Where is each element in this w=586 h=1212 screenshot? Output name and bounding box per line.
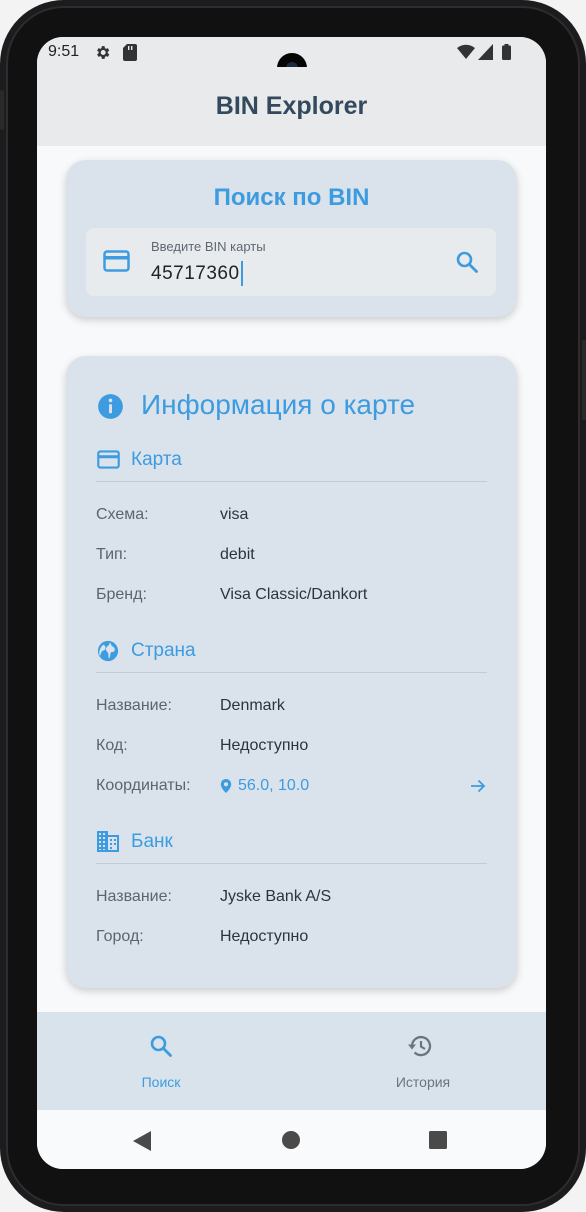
section-bank: Банк Название: Jyske Bank A/S Город: Нед… bbox=[96, 828, 487, 945]
recents-icon[interactable] bbox=[429, 1131, 447, 1149]
section-country-title: Страна bbox=[131, 640, 196, 661]
bin-input-field[interactable]: Введите BIN карты 45717360 bbox=[86, 228, 496, 296]
info-row-label: Тип: bbox=[96, 546, 128, 563]
info-row-country-code: Код: Недоступно bbox=[96, 737, 487, 761]
volume-button bbox=[0, 90, 4, 130]
info-row-value: visa bbox=[220, 506, 249, 523]
coordinates-link[interactable]: 56.0, 10.0 bbox=[220, 777, 309, 795]
info-row-label: Название: bbox=[96, 697, 172, 714]
info-row-type: Тип: debit bbox=[96, 546, 487, 570]
wifi-icon bbox=[457, 44, 475, 59]
nav-item-history[interactable]: История bbox=[291, 1012, 545, 1110]
coordinates-value[interactable]: 56.0, 10.0 bbox=[238, 777, 309, 795]
screen: 9:51 BIN Explorer Поиск по BIN Введите B… bbox=[37, 37, 546, 1169]
info-row-label: Город: bbox=[96, 928, 144, 945]
arrow-right-icon[interactable] bbox=[469, 777, 487, 795]
bin-input-value[interactable]: 45717360 bbox=[151, 263, 240, 285]
battery-icon bbox=[502, 44, 511, 60]
info-row-label: Код: bbox=[96, 737, 128, 754]
info-row-label: Координаты: bbox=[96, 777, 191, 794]
section-divider bbox=[96, 863, 487, 864]
gear-icon bbox=[97, 46, 110, 59]
app-title: BIN Explorer bbox=[215, 92, 368, 120]
nav-item-search-label: Поиск bbox=[141, 1074, 181, 1090]
info-row-label: Бренд: bbox=[96, 586, 147, 603]
section-divider bbox=[96, 672, 487, 673]
section-bank-head: Банк bbox=[96, 828, 487, 864]
section-divider bbox=[96, 481, 487, 482]
credit-card-icon bbox=[103, 250, 130, 272]
section-card: Карта Схема: visa Тип: debit Бренд: Visa… bbox=[96, 446, 487, 603]
nav-item-history-label: История bbox=[395, 1074, 451, 1090]
info-icon bbox=[98, 394, 123, 419]
info-row-value: Недоступно bbox=[220, 737, 309, 754]
history-icon bbox=[408, 1035, 432, 1057]
building-icon bbox=[97, 831, 119, 852]
info-row-value: Visa Classic/Dankort bbox=[220, 586, 368, 603]
bin-input-label: Введите BIN карты bbox=[151, 239, 266, 254]
section-card-title: Карта bbox=[131, 449, 182, 470]
info-row-brand: Бренд: Visa Classic/Dankort bbox=[96, 586, 487, 610]
section-bank-title: Банк bbox=[131, 831, 173, 852]
section-country: Страна Название: Denmark Код: Недоступно… bbox=[96, 637, 487, 794]
globe-icon bbox=[97, 640, 119, 662]
info-row-bank-name: Название: Jyske Bank A/S bbox=[96, 888, 487, 912]
info-row-value: Denmark bbox=[220, 697, 285, 714]
location-pin-icon bbox=[220, 779, 232, 793]
info-row-country-name: Название: Denmark bbox=[96, 697, 487, 721]
info-row-label: Схема: bbox=[96, 506, 149, 523]
nav-item-search[interactable]: Поиск bbox=[37, 1012, 291, 1110]
search-icon[interactable] bbox=[455, 250, 479, 274]
search-card: Поиск по BIN Введите BIN карты 45717360 bbox=[66, 160, 517, 317]
search-card-title: Поиск по BIN bbox=[213, 184, 370, 211]
text-caret bbox=[240, 261, 243, 286]
info-row-coordinates[interactable]: Координаты: 56.0, 10.0 bbox=[96, 777, 487, 801]
bin-input-value-wrap[interactable]: 45717360 bbox=[151, 261, 243, 286]
sd-card-icon bbox=[123, 44, 137, 61]
content-area[interactable]: Поиск по BIN Введите BIN карты 45717360 bbox=[37, 146, 546, 1012]
info-row-value: debit bbox=[220, 546, 255, 563]
power-button bbox=[582, 340, 586, 420]
section-country-head: Страна bbox=[96, 637, 487, 673]
signal-icon bbox=[478, 44, 493, 60]
credit-card-icon bbox=[97, 450, 120, 469]
info-row-scheme: Схема: visa bbox=[96, 506, 487, 530]
search-icon bbox=[150, 1035, 172, 1057]
status-time: 9:51 bbox=[48, 43, 80, 60]
info-row-bank-city: Город: Недоступно bbox=[96, 928, 487, 952]
app-bar: BIN Explorer bbox=[37, 67, 546, 146]
info-row-value: Недоступно bbox=[220, 928, 309, 945]
system-navigation-bar bbox=[37, 1110, 546, 1169]
section-card-head: Карта bbox=[96, 446, 487, 482]
info-row-label: Название: bbox=[96, 888, 172, 905]
phone-frame: 9:51 BIN Explorer Поиск по BIN Введите B… bbox=[0, 0, 586, 1212]
info-card-title: Информация о карте bbox=[141, 389, 416, 420]
back-icon[interactable] bbox=[133, 1131, 151, 1151]
card-info-panel: Информация о карте Карта Схема: visa Тип… bbox=[66, 356, 517, 988]
bottom-navigation: Поиск История bbox=[37, 1012, 546, 1110]
info-row-value: Jyske Bank A/S bbox=[220, 888, 332, 905]
home-icon[interactable] bbox=[282, 1131, 300, 1149]
